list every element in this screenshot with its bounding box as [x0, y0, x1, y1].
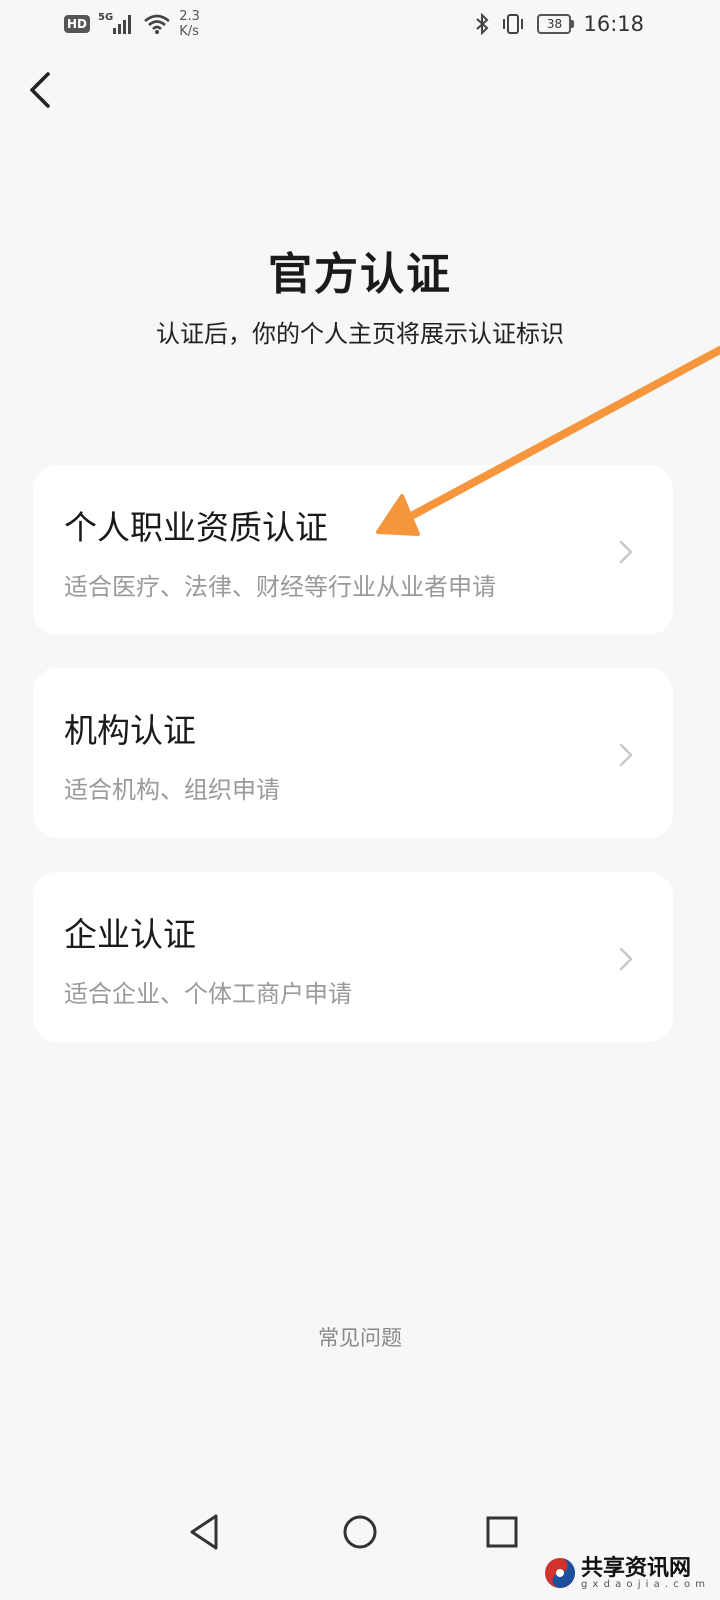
chevron-right-icon — [619, 947, 633, 971]
faq-link[interactable]: 常见问题 — [0, 1322, 720, 1352]
watermark-text: 共享资讯网 g x d a o j i a . c o m — [581, 1556, 706, 1590]
status-time: 16:18 — [583, 12, 644, 36]
page-subtitle: 认证后，你的个人主页将展示认证标识 — [156, 320, 564, 348]
watermark-domain: g x d a o j i a . c o m — [580, 1579, 706, 1590]
watermark: 共享资讯网 g x d a o j i a . c o m — [543, 1556, 706, 1590]
nav-back-button[interactable] — [182, 1508, 230, 1556]
back-button[interactable] — [22, 66, 62, 114]
signal-icon — [113, 15, 132, 34]
option-description: 适合医疗、法律、财经等行业从业者申请 — [64, 573, 496, 601]
network-speed-value: 2.3 — [179, 9, 200, 24]
chevron-left-icon — [30, 72, 50, 108]
battery-icon: 38 — [537, 14, 575, 34]
triangle-back-icon — [190, 1514, 218, 1550]
battery-level: 38 — [546, 17, 563, 31]
option-title: 个人职业资质认证 — [64, 508, 328, 547]
network-type-label: 5G — [98, 11, 114, 23]
option-card-institution[interactable]: 机构认证 适合机构、组织申请 — [33, 668, 673, 838]
hd-badge: HD — [64, 15, 91, 33]
option-description: 适合企业、个体工商户申请 — [64, 980, 352, 1008]
status-bar: HD 5G 2.3 K/s 38 16:18 — [0, 0, 720, 48]
watermark-logo-icon — [544, 1558, 575, 1588]
option-title: 企业认证 — [64, 915, 196, 954]
wifi-icon — [144, 14, 171, 34]
network-speed: 2.3 K/s — [179, 9, 200, 39]
watermark-title: 共享资讯网 — [580, 1555, 691, 1581]
square-recents-icon — [486, 1516, 518, 1548]
option-description: 适合机构、组织申请 — [64, 776, 280, 804]
status-bar-right: 38 16:18 — [475, 10, 644, 38]
nav-home-button[interactable] — [336, 1508, 384, 1556]
option-card-personal-professional[interactable]: 个人职业资质认证 适合医疗、法律、财经等行业从业者申请 — [33, 465, 673, 635]
option-title: 机构认证 — [64, 711, 196, 750]
vibrate-icon — [503, 14, 524, 34]
chevron-right-icon — [619, 743, 633, 767]
page-title: 官方认证 — [268, 249, 452, 300]
nav-recents-button[interactable] — [478, 1508, 526, 1556]
status-bar-left: HD 5G 2.3 K/s — [64, 9, 200, 39]
chevron-right-icon — [619, 540, 633, 564]
bluetooth-icon — [476, 13, 489, 35]
option-card-enterprise[interactable]: 企业认证 适合企业、个体工商户申请 — [33, 872, 673, 1042]
circle-home-icon — [343, 1515, 377, 1549]
network-speed-unit: K/s — [179, 24, 199, 39]
